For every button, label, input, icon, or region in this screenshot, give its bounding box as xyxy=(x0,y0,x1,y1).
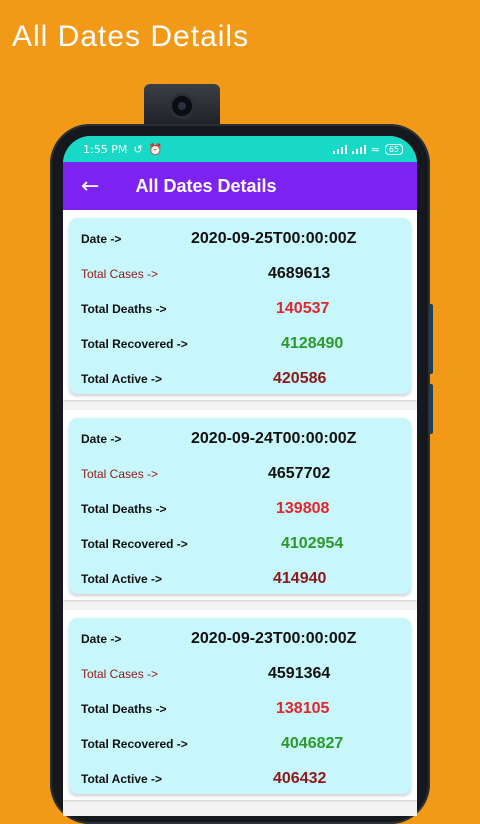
battery-icon: 65 xyxy=(384,143,403,155)
date-value: 2020-09-25T00:00:00Z xyxy=(191,230,357,247)
signal-icon xyxy=(332,144,347,154)
camera-lens-icon xyxy=(169,93,195,119)
alarm-icon: ⏰ xyxy=(148,142,163,156)
date-value: 2020-09-24T00:00:00Z xyxy=(191,430,357,447)
active-label: Total Active -> xyxy=(81,372,163,386)
deaths-label: Total Deaths -> xyxy=(81,302,167,316)
active-value: 406432 xyxy=(273,770,327,787)
list-item: Date -> 2020-09-23T00:00:00Z Total Cases… xyxy=(63,610,417,800)
active-value: 414940 xyxy=(273,570,327,587)
wifi-icon: ≈ xyxy=(370,142,380,156)
promo-title: All Dates Details xyxy=(12,20,250,53)
recovered-label: Total Recovered -> xyxy=(81,337,188,351)
phone-frame: 1:55 PM ↺ ⏰ ≈ 65 ← All Dates Details Dat… xyxy=(50,124,433,824)
list-item: Date -> 2020-09-25T00:00:00Z Total Cases… xyxy=(63,210,417,400)
recovered-value: 4046827 xyxy=(281,735,344,752)
cases-value: 4591364 xyxy=(268,665,331,682)
list-item: Date -> 2020-09-24T00:00:00Z Total Cases… xyxy=(63,410,417,600)
status-time: 1:55 PM xyxy=(83,142,128,156)
deaths-label: Total Deaths -> xyxy=(81,702,167,716)
active-label: Total Active -> xyxy=(81,772,163,786)
cases-label: Total Cases -> xyxy=(81,667,159,681)
recovered-value: 4102954 xyxy=(281,535,344,552)
active-label: Total Active -> xyxy=(81,572,163,586)
signal-2-icon xyxy=(351,144,366,154)
sync-icon: ↺ xyxy=(133,142,143,156)
deaths-value: 138105 xyxy=(276,700,330,717)
volume-button xyxy=(429,304,433,374)
active-value: 420586 xyxy=(273,370,327,387)
date-card: Date -> 2020-09-25T00:00:00Z Total Cases… xyxy=(69,218,411,394)
power-button xyxy=(429,384,433,434)
recovered-label: Total Recovered -> xyxy=(81,537,188,551)
back-arrow-icon[interactable]: ← xyxy=(81,174,99,199)
app-bar: ← All Dates Details xyxy=(63,162,417,210)
dates-list[interactable]: Date -> 2020-09-25T00:00:00Z Total Cases… xyxy=(63,210,417,800)
phone-screen: 1:55 PM ↺ ⏰ ≈ 65 ← All Dates Details Dat… xyxy=(63,136,417,816)
status-bar: 1:55 PM ↺ ⏰ ≈ 65 xyxy=(63,136,417,162)
cases-label: Total Cases -> xyxy=(81,467,159,481)
date-card: Date -> 2020-09-23T00:00:00Z Total Cases… xyxy=(69,618,411,794)
cases-label: Total Cases -> xyxy=(81,267,159,281)
recovered-label: Total Recovered -> xyxy=(81,737,188,751)
deaths-value: 139808 xyxy=(276,500,330,517)
page-title: All Dates Details xyxy=(135,175,277,196)
date-card: Date -> 2020-09-24T00:00:00Z Total Cases… xyxy=(69,418,411,594)
recovered-value: 4128490 xyxy=(281,335,344,352)
deaths-label: Total Deaths -> xyxy=(81,502,167,516)
cases-value: 4657702 xyxy=(268,465,331,482)
date-label: Date -> xyxy=(81,632,122,646)
cases-value: 4689613 xyxy=(268,265,331,282)
date-label: Date -> xyxy=(81,232,122,246)
deaths-value: 140537 xyxy=(276,300,330,317)
date-label: Date -> xyxy=(81,432,122,446)
date-value: 2020-09-23T00:00:00Z xyxy=(191,630,357,647)
